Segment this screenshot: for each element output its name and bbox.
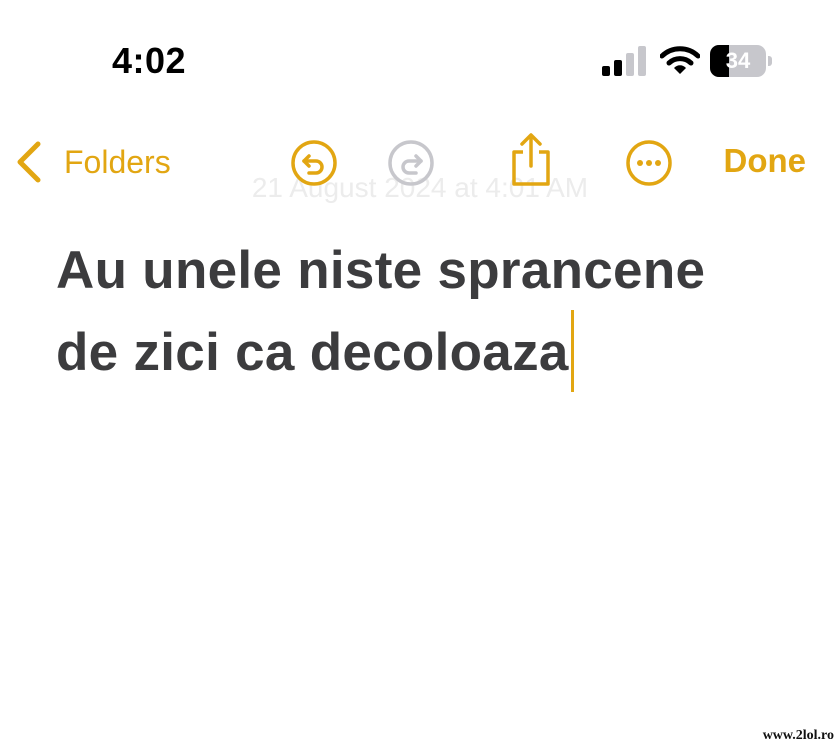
note-line-text[interactable]: de zici ca decoloaza [56, 323, 569, 382]
undo-button[interactable] [289, 138, 339, 188]
chevron-left-icon [17, 141, 41, 183]
redo-icon [388, 140, 434, 186]
back-label: Folders [64, 143, 171, 180]
note-line-last[interactable]: de zici ca decoloaza [56, 310, 816, 392]
note-line[interactable]: Au unele niste sprancene [56, 232, 816, 310]
note-body[interactable]: Au unele niste sprancene de zici ca deco… [56, 232, 816, 392]
toolbar: Folders Done [0, 120, 840, 204]
wifi-icon [660, 46, 700, 74]
cellular-signal-icon [602, 46, 646, 76]
battery-percentage: 34 [725, 48, 751, 73]
share-icon [512, 133, 550, 186]
done-button[interactable]: Done [724, 142, 807, 180]
more-button[interactable] [624, 138, 674, 188]
battery-icon: 34 [710, 45, 772, 77]
text-cursor [570, 310, 574, 392]
undo-icon [291, 140, 337, 186]
status-bar: 4:02 34 [0, 0, 840, 110]
status-time: 4:02 [112, 40, 187, 81]
watermark: www.2lol.ro [762, 728, 834, 744]
redo-button[interactable] [386, 138, 436, 188]
share-button[interactable] [506, 132, 556, 188]
more-icon [626, 140, 672, 186]
back-to-folders-button[interactable]: Folders [14, 138, 171, 186]
